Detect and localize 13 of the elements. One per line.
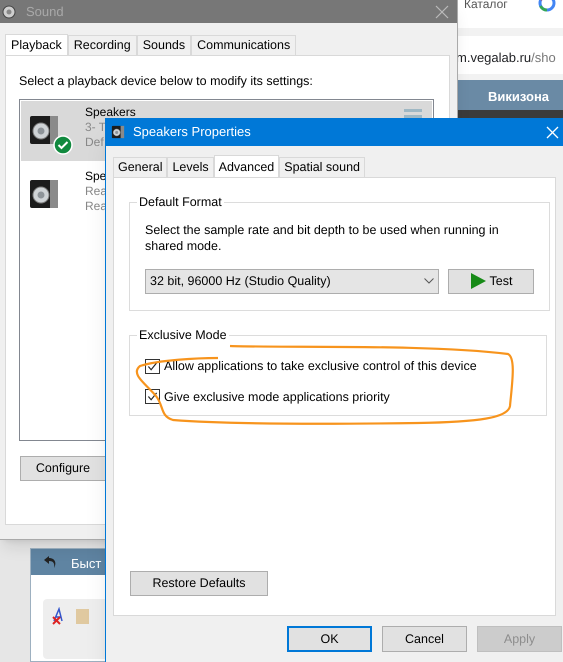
instruction-text: Select a playback device below to modify its settings: (19, 73, 313, 90)
device-status: Def (85, 135, 104, 150)
device-name: Speakers (85, 105, 136, 120)
description-text: Select the sample rate and bit depth to be used when running in shared mode. (145, 222, 500, 254)
panel-title: Быст (71, 555, 102, 573)
group-title: Default Format (138, 194, 223, 211)
checkbox-label: Allow applications to take exclusive control of this device (164, 358, 477, 375)
group-title: Exclusive Mode (138, 327, 228, 344)
window-title: Speakers Properties (133, 123, 251, 142)
device-name: Spe (85, 169, 106, 184)
address-text: m.vegalab.ru/sho (456, 49, 556, 67)
checkbox-label: Give exclusive mode applications priority (164, 388, 390, 406)
device-description: 3- T (85, 120, 106, 135)
